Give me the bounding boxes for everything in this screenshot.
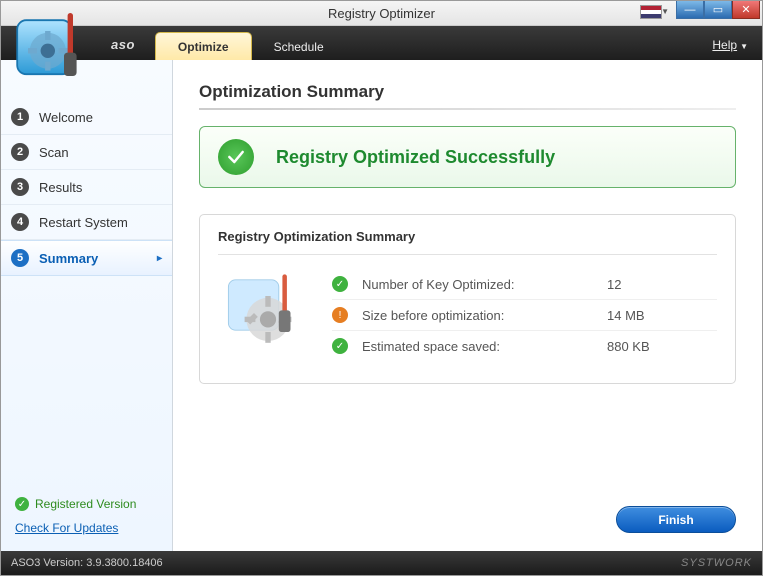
row-label: Estimated space saved: [362,339,607,354]
summary-panel: Registry Optimization Summary [199,214,736,384]
divider [218,254,717,255]
step-number: 2 [11,143,29,161]
step-number: 3 [11,178,29,196]
title-bar: Registry Optimizer ▼ ― ▭ ✕ [1,1,762,26]
row-label: Number of Key Optimized: [362,277,607,292]
panel-body: ✓ Number of Key Optimized: 12 ! Size bef… [218,269,717,361]
chevron-down-icon: ▼ [740,42,748,51]
company-logo-text: SYSTWORK [681,557,752,569]
summary-rows: ✓ Number of Key Optimized: 12 ! Size bef… [332,269,717,361]
step-label: Restart System [39,215,128,230]
minimize-button[interactable]: ― [676,1,704,19]
app-window: Registry Optimizer ▼ ― ▭ ✕ aso Optimize … [0,0,763,576]
window-controls: ― ▭ ✕ [676,1,760,19]
step-number: 1 [11,108,29,126]
step-label: Results [39,180,82,195]
summary-row: ! Size before optimization: 14 MB [332,300,717,331]
maximize-button[interactable]: ▭ [704,1,732,19]
status-bar: ASO3 Version: 3.9.3800.18406 SYSTWORK [1,551,762,575]
step-label: Welcome [39,110,93,125]
main-footer: Finish [199,486,736,533]
check-icon: ✓ [332,276,348,292]
registered-label: Registered Version [35,497,136,511]
registry-gear-icon [218,269,318,359]
wizard-steps: 1 Welcome 2 Scan 3 Results 4 Restart Sys… [1,60,172,276]
divider [199,108,736,110]
language-flag-icon[interactable] [640,5,662,19]
step-label: Summary [39,251,98,266]
step-welcome[interactable]: 1 Welcome [1,100,172,135]
brand-label: aso [1,37,135,60]
body: 1 Welcome 2 Scan 3 Results 4 Restart Sys… [1,60,762,551]
step-results[interactable]: 3 Results [1,170,172,205]
sidebar: 1 Welcome 2 Scan 3 Results 4 Restart Sys… [1,60,173,551]
warning-icon: ! [332,307,348,323]
sidebar-footer: ✓ Registered Version Check For Updates [1,487,172,551]
success-banner: Registry Optimized Successfully [199,126,736,188]
row-value: 880 KB [607,339,717,354]
step-restart[interactable]: 4 Restart System [1,205,172,240]
step-summary[interactable]: 5 Summary ▸ [1,240,172,276]
main-tabs: Optimize Schedule [155,26,346,60]
check-updates-link[interactable]: Check For Updates [15,521,162,535]
help-label: Help [712,38,737,52]
row-label: Size before optimization: [362,308,607,323]
check-icon: ✓ [332,338,348,354]
chevron-right-icon: ▸ [157,253,162,264]
summary-row: ✓ Number of Key Optimized: 12 [332,269,717,300]
panel-title: Registry Optimization Summary [218,229,717,244]
check-icon: ✓ [15,497,29,511]
success-check-icon [218,139,254,175]
row-value: 12 [607,277,717,292]
tab-schedule[interactable]: Schedule [252,33,346,60]
step-number: 4 [11,213,29,231]
page-heading: Optimization Summary [199,82,736,102]
tab-optimize[interactable]: Optimize [155,32,252,60]
registered-status: ✓ Registered Version [15,497,162,511]
step-scan[interactable]: 2 Scan [1,135,172,170]
menu-strip: aso Optimize Schedule Help▼ [1,26,762,60]
finish-button[interactable]: Finish [616,506,736,533]
language-dropdown-icon[interactable]: ▼ [661,7,669,16]
version-text: ASO3 Version: 3.9.3800.18406 [11,557,163,569]
row-value: 14 MB [607,308,717,323]
step-number: 5 [11,249,29,267]
summary-row: ✓ Estimated space saved: 880 KB [332,331,717,361]
close-button[interactable]: ✕ [732,1,760,19]
step-label: Scan [39,145,69,160]
help-menu[interactable]: Help▼ [712,38,748,52]
success-message: Registry Optimized Successfully [276,147,555,168]
main-content: Optimization Summary Registry Optimized … [173,60,762,551]
